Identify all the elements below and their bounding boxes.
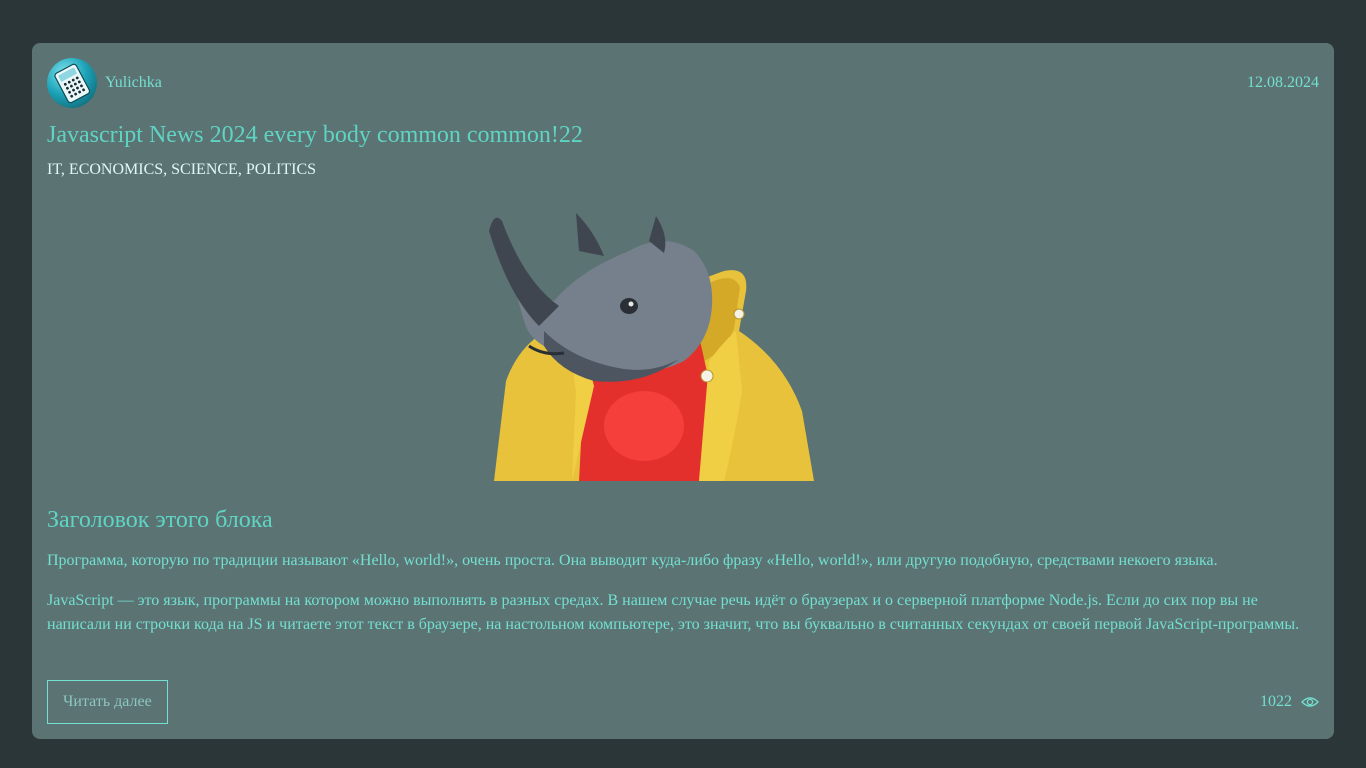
post-date: 12.08.2024 <box>1247 74 1319 91</box>
avatar[interactable] <box>47 58 97 108</box>
read-more-button[interactable]: Читать далее <box>47 680 168 724</box>
paragraph: Программа, которую по традиции называют … <box>47 552 1218 569</box>
rhino-image <box>489 213 814 481</box>
post-image <box>47 193 1319 498</box>
eye-icon <box>1301 697 1319 707</box>
post-tags: IT, ECONOMICS, SCIENCE, POLITICS <box>47 161 317 178</box>
post-title: Javascript News 2024 every body common c… <box>47 122 583 148</box>
views-counter: 1022 <box>1260 692 1319 712</box>
post-card: Yulichka 12.08.2024 Javascript News 2024… <box>32 43 1334 739</box>
block-heading: Заголовок этого блока <box>47 507 273 533</box>
post-header: Yulichka 12.08.2024 <box>47 58 1319 108</box>
calculator-icon <box>54 63 91 104</box>
views-count: 1022 <box>1260 693 1292 710</box>
paragraph: JavaScript — это язык, программы на кото… <box>47 592 1300 633</box>
post-footer: Читать далее 1022 <box>47 680 1319 724</box>
author-name[interactable]: Yulichka <box>105 73 162 93</box>
